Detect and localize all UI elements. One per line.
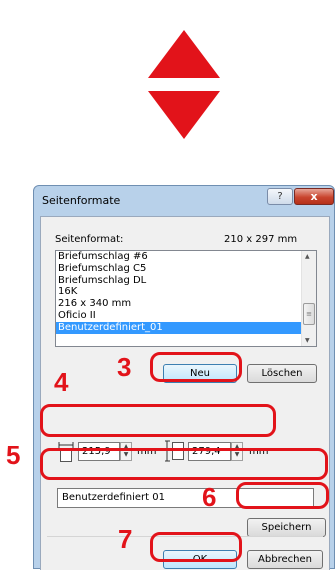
paper-format-item[interactable]: 216 x 340 mm [56, 298, 302, 310]
highlight-new-button [150, 352, 242, 382]
callout-step-3: 3 [117, 352, 132, 382]
scrollbar-down-icon[interactable]: ▼ [305, 337, 310, 344]
callout-step-7: 7 [118, 524, 133, 554]
page-format-label: Seitenformat: [55, 234, 124, 245]
close-button[interactable]: x [294, 188, 334, 205]
dialog-titlebar: Seitenformate ? x [34, 186, 334, 216]
callout-step-4: 4 [54, 367, 69, 397]
dialog-client-area: Seitenformat: 210 x 297 mm Briefumschlag… [40, 216, 330, 570]
paper-format-item[interactable]: Benutzerdefiniert_01 [56, 321, 302, 334]
paper-format-list[interactable]: Briefumschlag #6 Briefumschlag C5 Briefums… [55, 250, 317, 347]
callout-step-5: 5 [6, 440, 21, 470]
scroll-down-arrow-icon[interactable] [148, 91, 220, 139]
paper-format-item[interactable]: Briefumschlag DL [56, 275, 302, 287]
cancel-button[interactable]: Abbrechen [247, 550, 323, 569]
highlight-dimension-fields [40, 404, 276, 437]
paper-format-item[interactable]: Briefumschlag #6 [56, 251, 302, 263]
highlight-name-field [40, 448, 328, 480]
paper-format-item[interactable]: Briefumschlag C5 [56, 263, 302, 275]
help-button[interactable]: ? [267, 188, 293, 205]
scrollbar-up-icon[interactable]: ▲ [305, 253, 310, 260]
highlight-save-button [236, 482, 329, 509]
list-scrollbar[interactable]: ▲ ≡ ▼ [301, 251, 316, 346]
scrollbar-thumb[interactable]: ≡ [303, 303, 315, 325]
paper-format-item[interactable]: Oficio II [56, 310, 302, 322]
page-format-size: 210 x 297 mm [224, 234, 298, 245]
scroll-up-arrow-icon[interactable] [148, 30, 220, 78]
delete-button[interactable]: Löschen [247, 364, 317, 383]
highlight-ok-button [150, 532, 242, 562]
save-button[interactable]: Speichern [247, 518, 326, 537]
callout-step-6: 6 [202, 482, 217, 512]
paper-format-item[interactable]: 16K [56, 286, 302, 298]
dialog-title: Seitenformate [42, 194, 121, 207]
